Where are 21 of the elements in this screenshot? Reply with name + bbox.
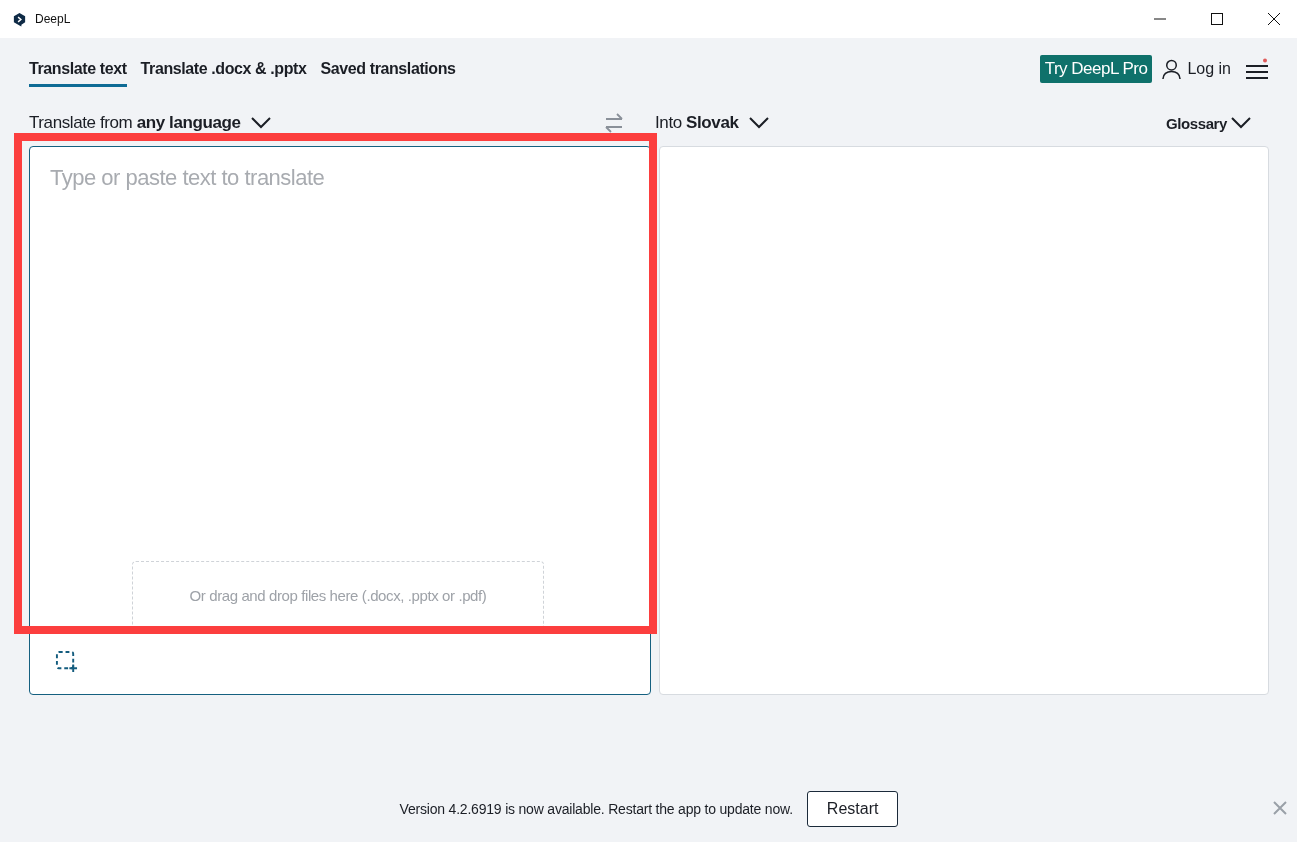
tab[interactable]: Translate .docx & .pptx: [140, 51, 307, 87]
try-pro-button[interactable]: Try DeepL Pro: [1039, 55, 1153, 83]
close-icon[interactable]: [1268, 13, 1280, 25]
update-message: Version 4.2.6919 is now available. Restart the app to update now.: [399, 801, 793, 817]
tab[interactable]: Translate text: [29, 51, 127, 87]
swap-icon[interactable]: [603, 112, 625, 134]
window-title: DeepL: [35, 12, 71, 26]
screen-capture-icon[interactable]: [55, 650, 78, 673]
restart-button[interactable]: Restart: [806, 791, 899, 827]
maximize-icon[interactable]: [1211, 13, 1223, 25]
glossary-dropdown[interactable]: Glossary: [1166, 114, 1251, 132]
tab[interactable]: Saved translations: [320, 51, 456, 87]
menu-icon[interactable]: [1245, 58, 1269, 80]
app-logo-icon: [12, 11, 27, 27]
chevron-down-icon: [250, 117, 271, 129]
chevron-down-icon: [748, 117, 769, 129]
target-language-selector[interactable]: Into Slovak: [655, 113, 769, 133]
user-icon: [1162, 58, 1182, 80]
login-button[interactable]: Log in: [1162, 58, 1231, 80]
source-language-selector[interactable]: Translate from any language: [29, 113, 271, 133]
chevron-down-icon: [1231, 117, 1251, 129]
